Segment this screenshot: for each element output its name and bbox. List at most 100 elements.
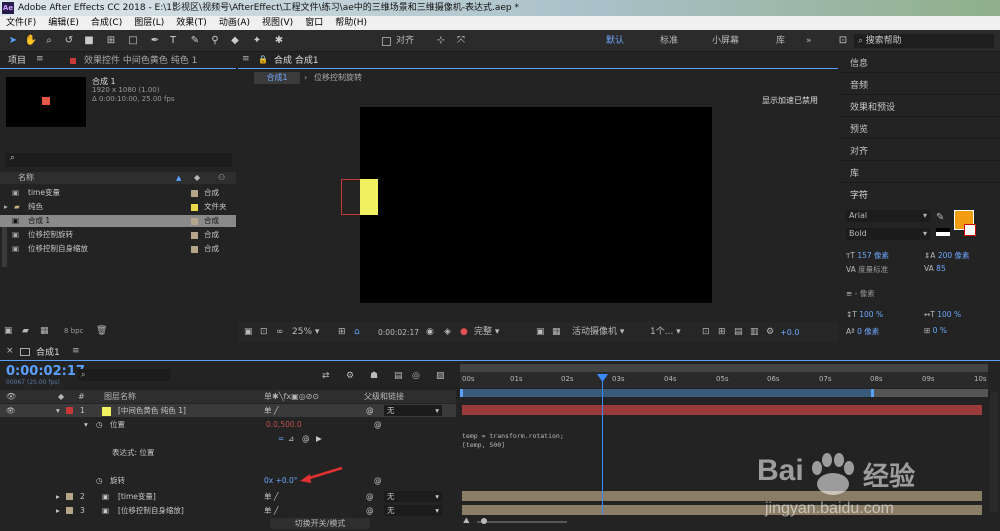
- timeline-comp-tab[interactable]: 合成1: [36, 346, 60, 360]
- motion-blur-icon[interactable]: ◎: [412, 370, 420, 382]
- link-icon[interactable]: ⊡: [836, 34, 850, 48]
- yellow-solid-layer[interactable]: [360, 179, 378, 215]
- transform-icon[interactable]: ⤧: [454, 34, 468, 48]
- vertical-scale-field[interactable]: ↕T 100 %: [846, 310, 883, 319]
- workspace-standard[interactable]: 标准: [660, 34, 678, 48]
- new-folder-icon[interactable]: ▰: [22, 326, 29, 336]
- transparency-grid-icon[interactable]: ▦: [552, 326, 561, 338]
- pickwhip-icon[interactable]: @: [374, 474, 382, 487]
- eyedropper-icon[interactable]: ✎: [936, 212, 944, 223]
- frame-blending-icon[interactable]: ▤: [394, 370, 403, 382]
- menu-effect[interactable]: 效果(T): [170, 16, 213, 30]
- new-comp-icon[interactable]: ▦: [40, 326, 49, 336]
- expand-arrow-icon[interactable]: ▾: [84, 418, 88, 431]
- preview-panel-tab[interactable]: 预览: [850, 122, 868, 135]
- layer-row-3[interactable]: ▸ 3 ▣ [位移控制自身缩放] 单 ╱ @ 无 ▾: [0, 504, 456, 517]
- visibility-eye-icon[interactable]: 👁: [6, 404, 16, 417]
- type-tool-icon[interactable]: T: [166, 34, 180, 48]
- sort-icon[interactable]: ▲: [176, 172, 181, 184]
- resolution-icon[interactable]: ⊞: [338, 326, 346, 338]
- snapshot-icon[interactable]: ◉: [426, 326, 434, 338]
- menu-window[interactable]: 窗口: [299, 16, 329, 30]
- position-value[interactable]: 0.0,500.0: [266, 418, 302, 431]
- pan-behind-tool-icon[interactable]: ⊞: [104, 34, 118, 48]
- pickwhip-icon[interactable]: @: [366, 404, 374, 417]
- lock-icon[interactable]: 🔒: [258, 55, 268, 64]
- font-size-field[interactable]: ᴛT 157 像素: [846, 250, 889, 261]
- menu-composition[interactable]: 合成(C): [85, 16, 128, 30]
- workspace-default[interactable]: 默认: [606, 34, 624, 48]
- rotate-tool-icon[interactable]: ↺: [62, 34, 76, 48]
- project-menu-icon[interactable]: ≡: [36, 54, 44, 64]
- mask-icon[interactable]: ⌂: [354, 326, 360, 338]
- work-area-bar[interactable]: [460, 364, 988, 372]
- layer-name[interactable]: [位移控制自身缩放]: [118, 504, 184, 517]
- zoom-dropdown[interactable]: 25% ▾: [292, 326, 319, 338]
- roto-brush-tool-icon[interactable]: ✦: [250, 34, 264, 48]
- leading-field[interactable]: ⇕A 200 像素: [924, 250, 970, 261]
- pen-tool-icon[interactable]: ✒: [148, 34, 162, 48]
- label-color-swatch[interactable]: [191, 232, 198, 239]
- layer-label-color[interactable]: [66, 493, 73, 500]
- expression-toggle-icon[interactable]: =: [278, 432, 284, 445]
- viewer-menu-icon[interactable]: ≡: [242, 54, 250, 64]
- hand-tool-icon[interactable]: ✋: [24, 34, 38, 48]
- workspace-overflow-icon[interactable]: »: [806, 34, 812, 48]
- composition-canvas[interactable]: [341, 107, 712, 303]
- layer-name[interactable]: [time变量]: [118, 490, 156, 503]
- effects-presets-panel-tab[interactable]: 效果和预设: [850, 100, 895, 113]
- project-item[interactable]: ▣ time变量 合成: [0, 187, 236, 199]
- pickwhip-icon[interactable]: @: [366, 490, 374, 503]
- font-style-dropdown[interactable]: Bold ▾: [846, 228, 930, 240]
- toggle-switches-modes-button[interactable]: 切换开关/模式: [270, 518, 370, 529]
- rotation-property-row[interactable]: ◷ 旋转 0x +0.0° @: [0, 474, 456, 487]
- current-time-display[interactable]: 0:00:02:17: [6, 364, 85, 379]
- color-channels-icon[interactable]: ●: [460, 326, 468, 338]
- pickwhip-icon[interactable]: @: [374, 418, 382, 431]
- audio-panel-tab[interactable]: 音频: [850, 78, 868, 91]
- camera-dropdown[interactable]: 活动摄像机 ▾: [572, 326, 624, 338]
- views-dropdown[interactable]: 1个... ▾: [650, 326, 681, 338]
- stopwatch-icon[interactable]: ◷: [96, 474, 103, 487]
- library-panel-tab[interactable]: 库: [850, 166, 859, 179]
- rotation-value[interactable]: 0x +0.0°: [264, 474, 298, 487]
- layer-label-color[interactable]: [66, 507, 73, 514]
- pickwhip-icon[interactable]: @: [302, 432, 310, 445]
- zoom-thumb[interactable]: [481, 518, 487, 524]
- layer-row-1[interactable]: 👁 ▾ 1 [中间色黄色 纯色 1] 单 ╱ @ 无 ▾: [0, 404, 456, 417]
- 3d-draft-icon[interactable]: ⊞: [718, 326, 726, 338]
- menu-file[interactable]: 文件(F): [0, 16, 42, 30]
- layer-name-header[interactable]: 图层名称: [104, 390, 136, 403]
- black-white-swatch[interactable]: [936, 228, 950, 236]
- project-scrollbar[interactable]: [2, 227, 7, 267]
- menu-view[interactable]: 视图(V): [256, 16, 299, 30]
- subtab-comp1[interactable]: 合成1: [254, 72, 300, 84]
- menu-help[interactable]: 帮助(H): [329, 16, 373, 30]
- close-icon[interactable]: ×: [6, 346, 14, 356]
- flowchart-icon[interactable]: ⚙: [766, 326, 774, 338]
- expression-menu-icon[interactable]: ▶: [316, 432, 322, 445]
- align-checkbox[interactable]: [382, 37, 391, 46]
- snap-icon[interactable]: ⊹: [434, 34, 448, 48]
- project-item[interactable]: ▸ ▰ 纯色 文件夹: [0, 201, 236, 213]
- layer-switches[interactable]: 单 ╱: [264, 490, 278, 503]
- brush-tool-icon[interactable]: ✎: [188, 34, 202, 48]
- effects-controls-tab[interactable]: 效果控件 中间色黄色 纯色 1: [84, 54, 197, 68]
- expand-arrow-icon[interactable]: ▸: [4, 201, 8, 213]
- layer-1-duration-bar[interactable]: [462, 405, 982, 415]
- expand-arrow-icon[interactable]: ▾: [56, 404, 60, 417]
- comp-mini-flowchart-icon[interactable]: ⇄: [322, 370, 330, 382]
- expression-editor[interactable]: temp = transform.rotation; [temp, 500]: [462, 432, 564, 450]
- subtab-offset-rotation[interactable]: 位移控制旋转: [314, 72, 362, 84]
- horizontal-scale-field[interactable]: ↔T 100 %: [924, 310, 961, 319]
- timeline-scrollbar[interactable]: [990, 392, 998, 512]
- tsume-field[interactable]: ⊞ 0 %: [924, 326, 947, 335]
- help-search-box[interactable]: ⌕ 搜索帮助: [854, 34, 994, 48]
- shy-icon[interactable]: ☗: [370, 370, 378, 382]
- layer-switches[interactable]: 单 ╱: [264, 504, 278, 517]
- workspace-small-screen[interactable]: 小屏幕: [712, 34, 739, 48]
- always-preview-icon[interactable]: ▣: [244, 326, 253, 338]
- timeline-zoom-slider[interactable]: ⛰: [463, 516, 583, 526]
- label-color-swatch[interactable]: [191, 218, 198, 225]
- time-ruler[interactable]: 00s 01s 02s 03s 04s 05s 06s 07s 08s 09s …: [460, 372, 988, 388]
